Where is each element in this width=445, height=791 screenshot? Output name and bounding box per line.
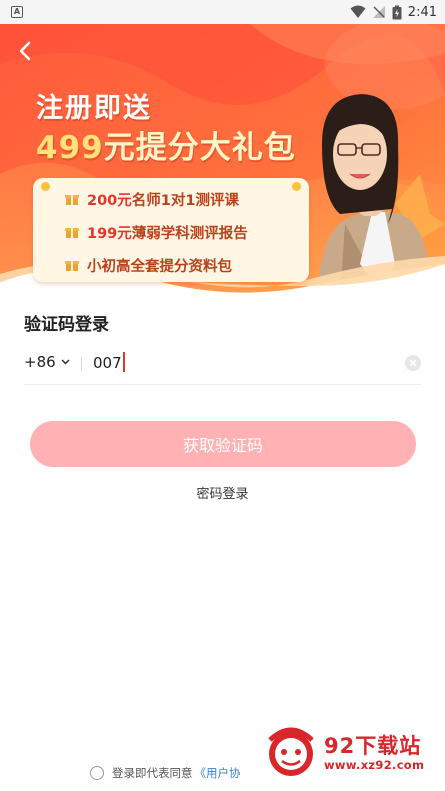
- agreement-row: 登录即代表同意 《用户协: [90, 765, 241, 781]
- wifi-icon: [350, 5, 366, 18]
- benefit-card: 200元名师1对1测评课 199元薄弱学科测评报告 小初高全套提分资料包: [33, 178, 309, 282]
- promo-headline: 注册即送: [36, 93, 152, 124]
- phone-input-row: +86: [24, 345, 421, 385]
- gift-icon: [65, 261, 79, 271]
- text-cursor: [123, 352, 125, 372]
- signal-off-icon: [372, 6, 385, 18]
- clear-input-button[interactable]: [405, 355, 421, 371]
- benefit-item-2: 199元薄弱学科测评报告: [65, 222, 248, 242]
- agreement-radio[interactable]: [90, 766, 104, 780]
- chevron-left-icon: [19, 41, 31, 61]
- get-verification-code-button[interactable]: 获取验证码: [30, 421, 416, 467]
- status-bar: A 2:41: [0, 0, 445, 24]
- gift-icon: [65, 195, 79, 205]
- watermark-logo-icon: [268, 727, 314, 776]
- gift-icon: [65, 228, 79, 238]
- close-icon: [409, 359, 417, 367]
- battery-icon: [392, 5, 402, 19]
- back-button[interactable]: [12, 38, 38, 64]
- benefit-item-3: 小初高全套提分资料包: [65, 255, 232, 275]
- app-notification-icon: A: [11, 6, 23, 18]
- promo-subheadline: 499元提分大礼包: [36, 122, 296, 167]
- password-login-link[interactable]: 密码登录: [0, 483, 445, 502]
- agreement-text: 登录即代表同意: [112, 766, 193, 780]
- phone-number-input[interactable]: [93, 351, 393, 375]
- promo-banner: 注册即送 499元提分大礼包 200元名师1对1测评课 199元薄弱学科测评报告…: [0, 24, 445, 302]
- login-title: 验证码登录: [24, 315, 109, 335]
- watermark: 92下载站 www.xz92.com: [262, 724, 442, 782]
- user-agreement-link[interactable]: 《用户协: [195, 765, 241, 781]
- watermark-title: 92下载站: [324, 734, 422, 758]
- watermark-url: www.xz92.com: [324, 758, 425, 772]
- decor-dot: [41, 182, 50, 191]
- divider: [81, 357, 82, 371]
- country-code-value: +86: [24, 353, 56, 371]
- decor-dot: [292, 182, 301, 191]
- status-icons: 2:41: [350, 3, 437, 21]
- chevron-down-icon: [61, 359, 70, 365]
- promo-gift-text: 元提分大礼包: [103, 130, 296, 166]
- benefit-item-1: 200元名师1对1测评课: [65, 189, 239, 209]
- country-code-select[interactable]: +86: [24, 353, 70, 371]
- promo-amount: 499: [36, 130, 104, 166]
- clock: 2:41: [407, 4, 437, 20]
